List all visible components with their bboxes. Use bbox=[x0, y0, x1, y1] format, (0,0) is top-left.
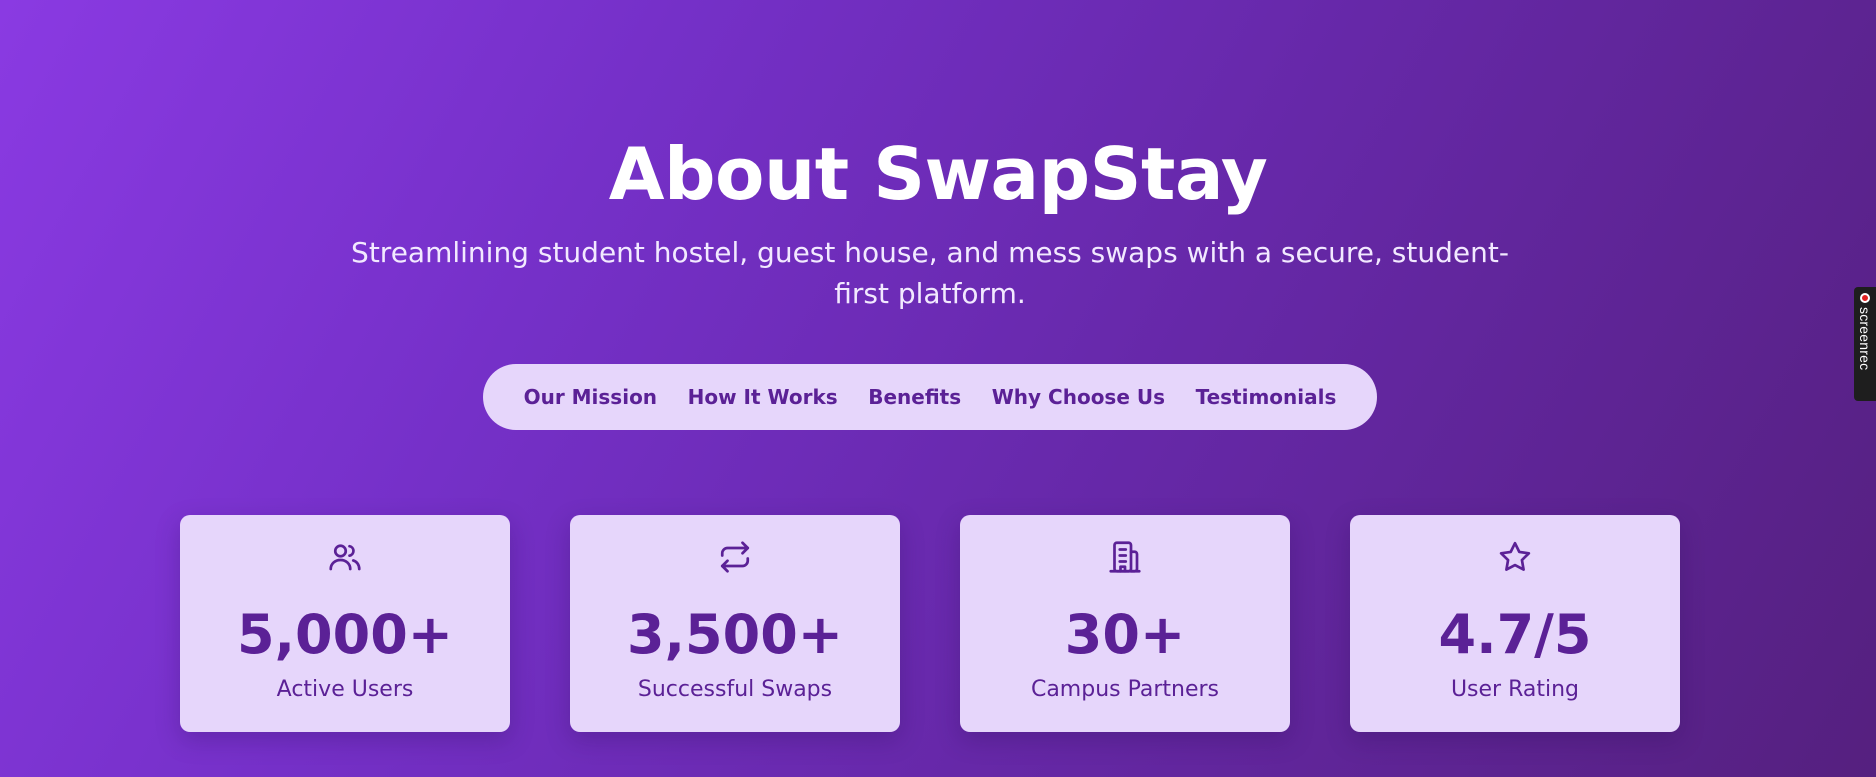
about-hero-section: About SwapStay Streamlining student host… bbox=[0, 0, 1876, 777]
stat-card-successful-swaps: 3,500+ Successful Swaps bbox=[570, 515, 900, 732]
swap-arrows-icon bbox=[570, 539, 900, 579]
stat-label: User Rating bbox=[1450, 677, 1580, 702]
stat-value: 30+ bbox=[1064, 603, 1186, 666]
stat-value: 3,500+ bbox=[626, 603, 844, 666]
tab-why-choose-us[interactable]: Why Choose Us bbox=[992, 385, 1165, 409]
building-icon bbox=[960, 539, 1290, 579]
tab-testimonials[interactable]: Testimonials bbox=[1196, 385, 1337, 409]
stat-card-active-users: 5,000+ Active Users bbox=[180, 515, 510, 732]
stat-label: Successful Swaps bbox=[637, 677, 833, 702]
tab-benefits[interactable]: Benefits bbox=[868, 385, 961, 409]
page-subtitle: Streamlining student hostel, guest house… bbox=[351, 236, 1509, 310]
screen-recorder-badge[interactable]: screenrec bbox=[1854, 287, 1876, 401]
stat-label: Campus Partners bbox=[1030, 677, 1220, 702]
tab-our-mission[interactable]: Our Mission bbox=[524, 385, 657, 409]
stat-card-campus-partners: 30+ Campus Partners bbox=[960, 515, 1290, 732]
stat-value: 4.7/5 bbox=[1438, 603, 1592, 666]
tab-how-it-works[interactable]: How It Works bbox=[688, 385, 838, 409]
users-icon bbox=[180, 539, 510, 579]
recorder-label: screenrec bbox=[1857, 307, 1873, 371]
star-icon bbox=[1350, 539, 1680, 579]
section-tabs: Our Mission How It Works Benefits Why Ch… bbox=[483, 364, 1377, 430]
page-title: About SwapStay bbox=[608, 132, 1268, 216]
record-dot-icon bbox=[1860, 293, 1870, 303]
stat-value: 5,000+ bbox=[236, 603, 454, 666]
stat-card-user-rating: 4.7/5 User Rating bbox=[1350, 515, 1680, 732]
stat-label: Active Users bbox=[276, 677, 414, 702]
